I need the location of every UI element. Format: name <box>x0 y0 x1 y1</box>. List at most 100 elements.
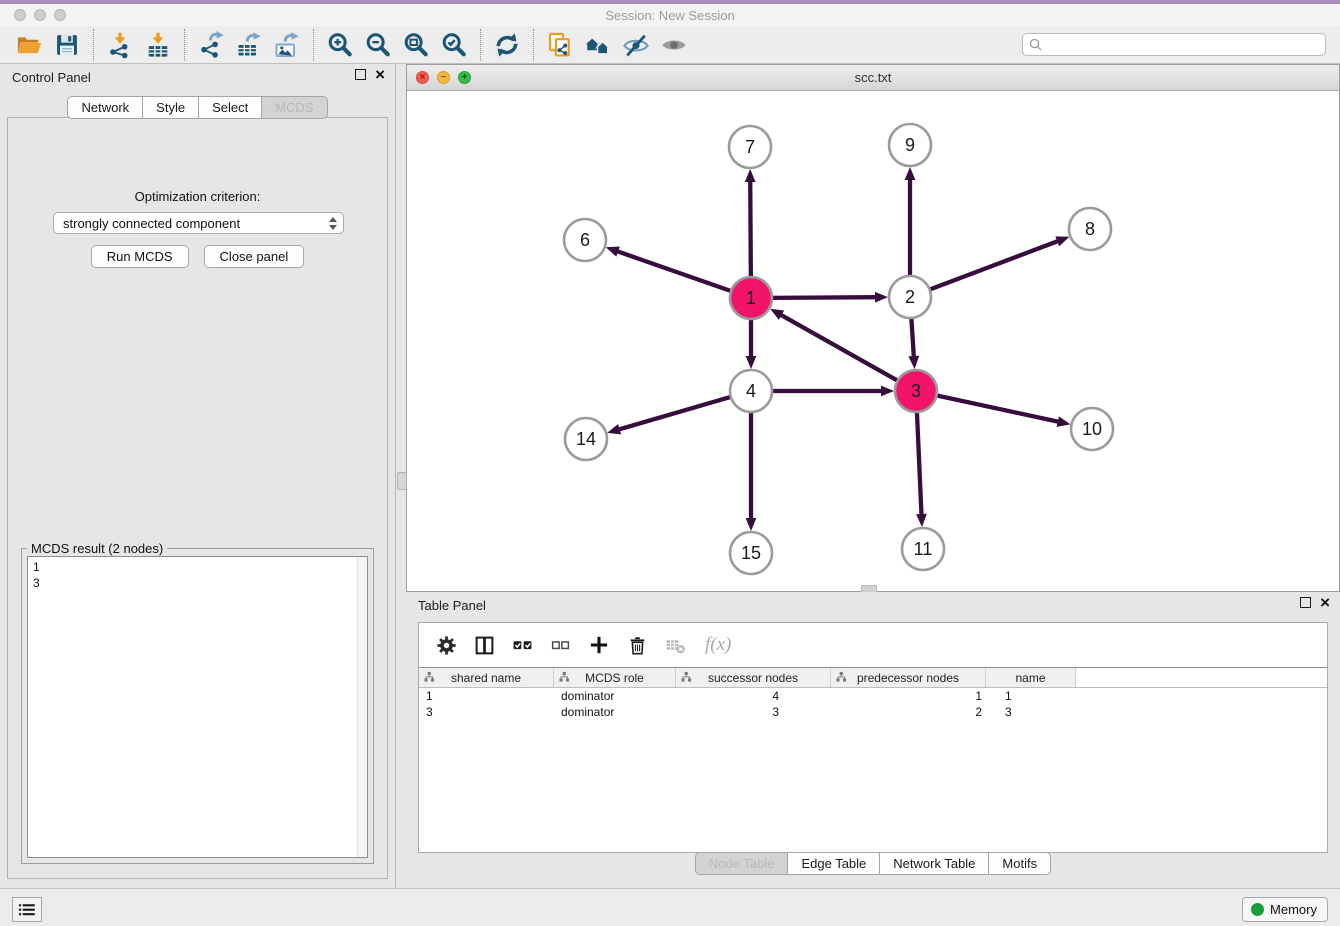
export-image-button[interactable] <box>269 28 305 62</box>
table-row[interactable]: 1dominator411 <box>419 688 1327 704</box>
tab-select[interactable]: Select <box>199 96 262 119</box>
export-network-button[interactable] <box>193 28 229 62</box>
zoom-selected-icon <box>440 31 468 59</box>
select-all-button[interactable] <box>512 635 533 656</box>
add-icon <box>588 634 610 656</box>
search-field[interactable] <box>1022 33 1326 56</box>
table-cell: 2 <box>831 705 986 719</box>
open-session-button[interactable] <box>11 28 47 62</box>
result-scrollbar[interactable] <box>357 557 367 857</box>
graph-node-6[interactable]: 6 <box>564 219 606 261</box>
graph-edge-1-4[interactable] <box>746 317 757 369</box>
tab-motifs[interactable]: Motifs <box>989 852 1051 875</box>
close-panel-button[interactable]: Close panel <box>204 245 305 268</box>
memory-button[interactable]: Memory <box>1242 897 1328 922</box>
graph-edge-3-10[interactable] <box>935 395 1071 427</box>
search-input[interactable] <box>1047 37 1319 53</box>
zoom-out-button[interactable] <box>360 28 396 62</box>
show-panels-button[interactable] <box>656 28 692 62</box>
graph-node-9[interactable]: 9 <box>889 124 931 166</box>
mcds-result-text[interactable]: 13 <box>27 556 368 858</box>
tab-edge-table[interactable]: Edge Table <box>788 852 880 875</box>
float-table-panel-icon[interactable] <box>1300 597 1311 608</box>
tab-style[interactable]: Style <box>143 96 199 119</box>
close-table-panel-icon[interactable]: × <box>1320 598 1330 608</box>
network-graph[interactable]: 7 9 6 8 1 2 4 3 14 10 15 11 <box>407 90 1339 591</box>
column-header-label: name <box>1015 671 1045 685</box>
graph-edge-2-8[interactable] <box>928 236 1070 290</box>
column-header-mcds-role[interactable]: MCDS role <box>554 668 676 687</box>
network-close-button[interactable]: × <box>416 71 429 84</box>
graph-edge-3-11[interactable] <box>916 410 927 527</box>
vertical-splitter-handle[interactable] <box>397 472 407 490</box>
table-settings-button[interactable] <box>436 635 457 656</box>
first-neighbors-button[interactable] <box>580 28 616 62</box>
task-history-button[interactable] <box>12 897 42 922</box>
import-network-button[interactable] <box>102 28 138 62</box>
graph-edge-4-3[interactable] <box>770 386 894 397</box>
add-button[interactable] <box>588 634 610 656</box>
tab-network[interactable]: Network <box>67 96 143 119</box>
graph-node-15[interactable]: 15 <box>730 532 772 574</box>
graph-node-3[interactable]: 3 <box>895 370 937 412</box>
graph-node-8[interactable]: 8 <box>1069 208 1111 250</box>
table-panel-title: Table Panel <box>418 598 486 613</box>
graph-node-4[interactable]: 4 <box>730 370 772 412</box>
tab-network-table[interactable]: Network Table <box>880 852 989 875</box>
gear-icon <box>436 635 457 656</box>
clone-network-button[interactable] <box>542 28 578 62</box>
graph-edge-2-3[interactable] <box>908 316 919 369</box>
graph-node-10[interactable]: 10 <box>1071 408 1113 450</box>
show-columns-button[interactable] <box>474 635 495 656</box>
zoom-selected-button[interactable] <box>436 28 472 62</box>
column-header-shared-name[interactable]: shared name <box>419 668 554 687</box>
network-minimize-button[interactable]: − <box>437 71 450 84</box>
table-panel: Table Panel × <box>406 592 1340 888</box>
graph-edge-4-15[interactable] <box>746 410 757 531</box>
control-panel-title: Control Panel <box>12 70 91 85</box>
run-mcds-button[interactable]: Run MCDS <box>91 245 189 268</box>
graph-node-2[interactable]: 2 <box>889 276 931 318</box>
graph-node-1[interactable]: 1 <box>730 277 772 319</box>
column-header-name[interactable]: name <box>986 668 1076 687</box>
import-table-button[interactable] <box>140 28 176 62</box>
network-zoom-button[interactable]: + <box>458 71 471 84</box>
delete-button[interactable] <box>627 635 648 656</box>
zoom-in-icon <box>326 31 354 59</box>
zoom-fit-icon <box>402 31 430 59</box>
hide-panels-button[interactable] <box>618 28 654 62</box>
toolbar-separator <box>533 29 534 61</box>
save-session-button[interactable] <box>49 28 85 62</box>
clear-selection-button[interactable] <box>550 635 571 656</box>
graph-node-7[interactable]: 7 <box>729 126 771 168</box>
criterion-dropdown[interactable]: strongly connected component <box>53 212 344 234</box>
graph-node-label: 6 <box>580 230 590 250</box>
apply-layout-button[interactable] <box>489 28 525 62</box>
zoom-fit-button[interactable] <box>398 28 434 62</box>
tab-mcds[interactable]: MCDS <box>262 96 327 119</box>
graph-edge-3-1[interactable] <box>770 309 899 382</box>
column-type-icon <box>424 671 435 683</box>
node-table-body: 1dominator4113dominator323 <box>419 688 1327 720</box>
graph-edge-2-9[interactable] <box>905 167 916 278</box>
tab-node-table[interactable]: Node Table <box>695 852 789 875</box>
graph-edge-1-2[interactable] <box>770 292 888 303</box>
graph-node-11[interactable]: 11 <box>902 528 944 570</box>
main-toolbar <box>0 26 1340 64</box>
graph-edge-1-7[interactable] <box>745 169 756 279</box>
column-header-successor-nodes[interactable]: successor nodes <box>676 668 831 687</box>
export-table-button[interactable] <box>231 28 267 62</box>
float-panel-icon[interactable] <box>355 69 366 80</box>
column-header-predecessor-nodes[interactable]: predecessor nodes <box>831 668 986 687</box>
network-canvas[interactable]: 7 9 6 8 1 2 4 3 14 10 15 11 <box>407 90 1339 596</box>
graph-edge-1-6[interactable] <box>606 246 733 291</box>
table-row[interactable]: 3dominator323 <box>419 704 1327 720</box>
export-image-icon <box>273 31 301 59</box>
zoom-out-icon <box>364 31 392 59</box>
optimization-criterion-label: Optimization criterion: <box>8 189 387 204</box>
graph-node-14[interactable]: 14 <box>565 418 607 460</box>
graph-edge-4-14[interactable] <box>607 396 733 434</box>
list-icon <box>19 903 35 917</box>
zoom-in-button[interactable] <box>322 28 358 62</box>
close-panel-icon[interactable]: × <box>375 70 385 80</box>
